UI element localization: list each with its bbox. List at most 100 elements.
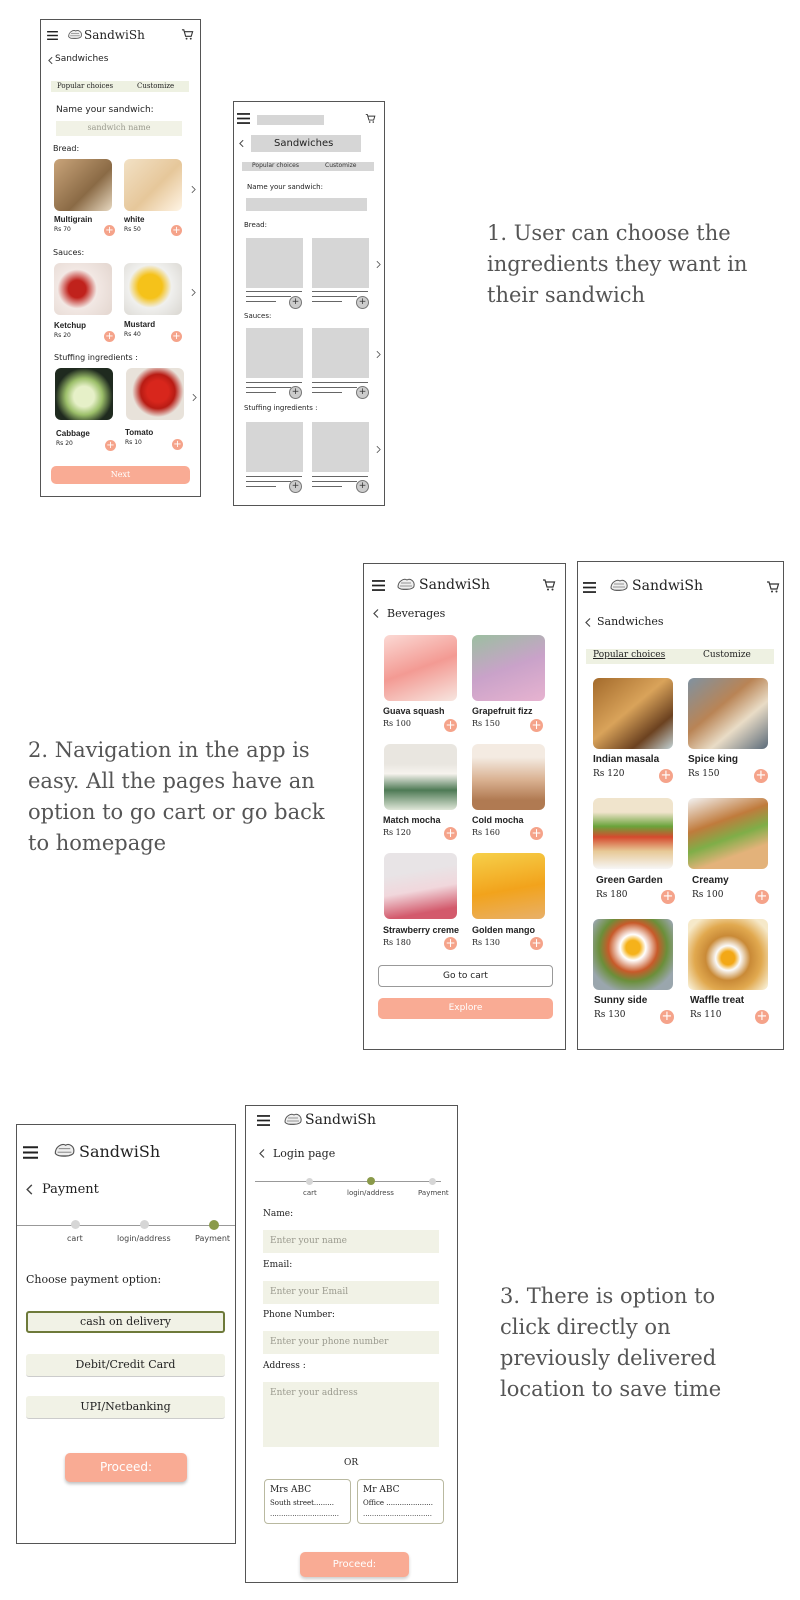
hamburger-menu-icon[interactable] — [372, 580, 385, 591]
item-name: Sunny side — [594, 995, 648, 1006]
item-price: Rs 160 — [472, 828, 500, 837]
phone-label: Phone Number: — [263, 1310, 335, 1320]
item-name: Green Garden — [596, 875, 663, 886]
add-button[interactable]: + — [289, 296, 302, 309]
hamburger-menu-icon[interactable] — [23, 1146, 38, 1159]
add-button[interactable]: + — [104, 225, 115, 236]
explore-button[interactable]: Explore — [378, 998, 553, 1019]
match-mocha-image — [384, 744, 457, 810]
sandwiches-screen: SandwiSh Sandwiches Popular choices Cust… — [577, 561, 784, 1050]
add-button[interactable]: + — [530, 827, 543, 840]
cart-icon[interactable] — [365, 113, 376, 124]
add-button[interactable]: + — [172, 439, 183, 450]
add-button[interactable]: + — [289, 480, 302, 493]
add-button[interactable]: + — [289, 386, 302, 399]
add-button[interactable]: + — [530, 937, 543, 950]
add-button[interactable]: + — [659, 769, 673, 783]
item-price: Rs 130 — [594, 1010, 626, 1020]
name-label: Name your sandwich: — [247, 183, 323, 191]
strawberry-creme-image — [384, 853, 457, 919]
name-input[interactable]: Enter your name — [263, 1230, 439, 1253]
add-button[interactable]: + — [661, 890, 675, 904]
name-input-placeholder[interactable] — [246, 198, 367, 211]
add-button[interactable]: + — [444, 827, 457, 840]
payment-option-upi[interactable]: UPI/Netbanking — [26, 1396, 225, 1419]
sandwich-logo-icon — [609, 577, 629, 595]
back-arrow-icon[interactable] — [259, 1148, 265, 1159]
text-line — [246, 476, 302, 477]
hamburger-menu-icon[interactable] — [257, 1115, 270, 1126]
bread-label: Bread: — [244, 221, 267, 229]
item-price: Rs 100 — [692, 890, 724, 900]
stuffing-cabbage-image — [55, 368, 113, 420]
proceed-button[interactable]: Proceed: — [300, 1552, 409, 1577]
add-button[interactable]: + — [171, 225, 182, 236]
add-button[interactable]: + — [104, 331, 115, 342]
step-dot-cart — [71, 1220, 80, 1229]
tab-popular-choices[interactable]: Popular choices — [252, 162, 299, 169]
saved-address-card[interactable]: Mrs ABC South street......... ..........… — [264, 1479, 351, 1524]
tab-popular-choices[interactable]: Popular choices — [57, 82, 113, 90]
cart-icon[interactable] — [766, 580, 780, 594]
item-name: Tomato — [125, 428, 154, 437]
add-button[interactable]: + — [356, 480, 369, 493]
hamburger-menu-icon[interactable] — [583, 582, 596, 593]
stuffing-label: Stuffing ingredients : — [244, 404, 318, 412]
add-button[interactable]: + — [754, 769, 768, 783]
add-button[interactable]: + — [171, 331, 182, 342]
back-arrow-icon[interactable] — [239, 139, 244, 148]
add-button[interactable]: + — [660, 1010, 674, 1024]
add-button[interactable]: + — [105, 440, 116, 451]
brand-name: SandwiSh — [632, 578, 703, 594]
item-name: Strawberry creme — [383, 925, 460, 935]
go-to-cart-button[interactable]: Go to cart — [378, 965, 553, 987]
next-arrow-icon[interactable] — [191, 288, 196, 297]
next-arrow-icon[interactable] — [376, 445, 381, 454]
step-label: login/address — [347, 1189, 394, 1197]
item-name: white — [124, 215, 145, 224]
tab-customize[interactable]: Customize — [325, 162, 357, 169]
email-input[interactable]: Enter your Email — [263, 1281, 439, 1304]
text-line — [246, 291, 302, 292]
payment-option-card[interactable]: Debit/Credit Card — [26, 1354, 225, 1377]
back-arrow-icon[interactable] — [373, 608, 379, 619]
add-button[interactable]: + — [356, 386, 369, 399]
tab-customize[interactable]: Customize — [137, 82, 174, 90]
back-arrow-icon[interactable] — [585, 617, 591, 628]
next-arrow-icon[interactable] — [376, 350, 381, 359]
add-button[interactable]: + — [444, 937, 457, 950]
next-button[interactable]: Next — [51, 466, 190, 484]
customize-screen: SandwiSh Sandwiches Popular choices Cust… — [40, 19, 201, 497]
payment-option-cod[interactable]: cash on delivery — [26, 1311, 225, 1333]
next-arrow-icon[interactable] — [191, 185, 196, 194]
add-button[interactable]: + — [530, 719, 543, 732]
wireframe-screen: Sandwiches Popular choices Customize Nam… — [233, 101, 385, 506]
add-button[interactable]: + — [356, 296, 369, 309]
next-arrow-icon[interactable] — [192, 393, 197, 402]
saved-address-dots: ............................... — [363, 1510, 432, 1518]
progress-line — [17, 1225, 235, 1226]
next-arrow-icon[interactable] — [376, 260, 381, 269]
back-arrow-icon[interactable] — [48, 56, 53, 65]
step-dot-payment — [209, 1220, 219, 1230]
sandwich-name-input[interactable]: sandwich name — [56, 121, 182, 136]
item-price: Rs 180 — [383, 938, 411, 947]
tab-customize[interactable]: Customize — [703, 650, 751, 660]
address-input[interactable]: Enter your address — [263, 1382, 439, 1447]
back-arrow-icon[interactable] — [26, 1183, 33, 1196]
hamburger-menu-icon[interactable] — [47, 31, 58, 40]
add-button[interactable]: + — [755, 890, 769, 904]
sandwich-logo-icon — [67, 28, 83, 42]
saved-address-card[interactable]: Mr ABC Office ..................... ....… — [357, 1479, 444, 1524]
hamburger-menu-icon[interactable] — [237, 113, 250, 124]
proceed-button[interactable]: Proceed: — [65, 1453, 187, 1482]
item-price: Rs 150 — [472, 719, 500, 728]
tab-popular-choices[interactable]: Popular choices — [593, 650, 665, 660]
cart-icon[interactable] — [542, 578, 556, 592]
item-price: Rs 100 — [383, 719, 411, 728]
add-button[interactable]: + — [755, 1010, 769, 1024]
sandwich-logo-icon — [283, 1111, 303, 1129]
phone-input[interactable]: Enter your phone number — [263, 1331, 439, 1354]
add-button[interactable]: + — [444, 719, 457, 732]
cart-icon[interactable] — [181, 28, 194, 41]
